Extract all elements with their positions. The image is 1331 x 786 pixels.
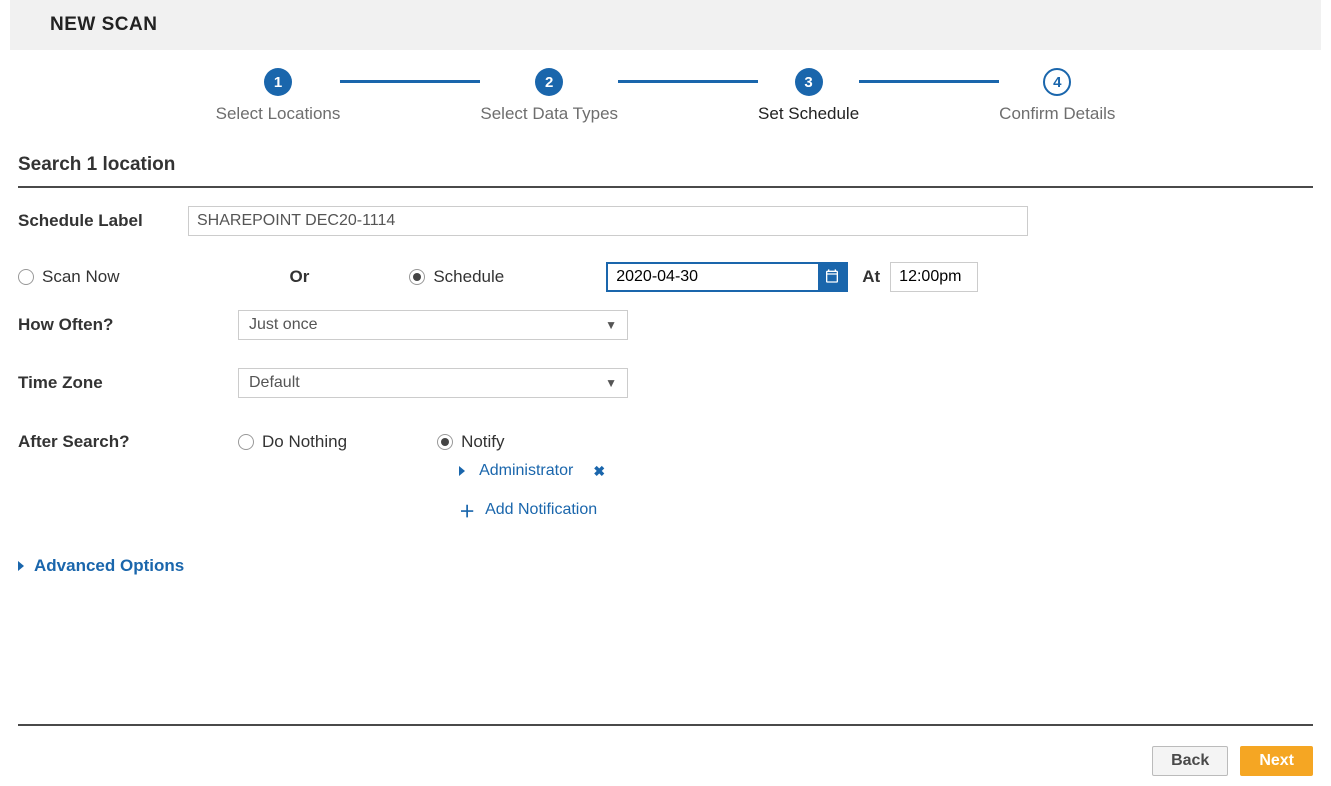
caret-right-icon	[18, 561, 24, 571]
at-label: At	[862, 267, 880, 287]
wizard-step-1[interactable]: 1 Select Locations	[216, 68, 341, 124]
date-input-wrap	[606, 262, 848, 292]
step-connector	[618, 80, 758, 83]
schedule-time-input[interactable]	[890, 262, 978, 292]
step-number: 3	[795, 68, 823, 96]
step-label: Select Locations	[216, 104, 341, 124]
how-often-label: How Often?	[18, 315, 218, 335]
calendar-button[interactable]	[818, 264, 846, 290]
time-zone-selected: Default	[249, 374, 300, 392]
add-notification-button[interactable]: ＋ Add Notification	[459, 498, 605, 522]
how-often-selected: Just once	[249, 316, 317, 334]
wizard-step-2[interactable]: 2 Select Data Types	[480, 68, 618, 124]
step-label: Select Data Types	[480, 104, 618, 124]
time-zone-label: Time Zone	[18, 373, 218, 393]
how-often-dropdown[interactable]: Just once ▼	[238, 310, 628, 340]
add-notification-label: Add Notification	[485, 501, 597, 519]
notification-recipient-link[interactable]: Administrator	[479, 462, 573, 480]
divider	[18, 186, 1313, 188]
notify-label: Notify	[461, 432, 504, 452]
plus-icon: ＋	[459, 498, 475, 522]
schedule-date-input[interactable]	[608, 264, 818, 290]
back-button[interactable]: Back	[1152, 746, 1228, 776]
chevron-down-icon: ▼	[605, 376, 617, 390]
schedule-label-input[interactable]	[188, 206, 1028, 236]
step-number: 1	[264, 68, 292, 96]
calendar-icon	[824, 268, 840, 287]
page-title: NEW SCAN	[50, 14, 1301, 36]
remove-notification-button[interactable]: ✖	[593, 463, 605, 480]
step-connector	[340, 80, 480, 83]
title-bar: NEW SCAN	[10, 0, 1321, 50]
wizard-steps: 1 Select Locations 2 Select Data Types 3…	[0, 68, 1331, 124]
scan-now-radio[interactable]	[18, 269, 34, 285]
step-label: Set Schedule	[758, 104, 859, 124]
scan-now-label: Scan Now	[42, 267, 119, 287]
do-nothing-radio[interactable]	[238, 434, 254, 450]
step-connector	[859, 80, 999, 83]
chevron-down-icon: ▼	[605, 318, 617, 332]
schedule-radio-label: Schedule	[433, 267, 504, 287]
wizard-step-4[interactable]: 4 Confirm Details	[999, 68, 1115, 124]
advanced-options-label: Advanced Options	[34, 556, 184, 576]
or-label: Or	[289, 267, 309, 287]
time-zone-dropdown[interactable]: Default ▼	[238, 368, 628, 398]
step-number: 4	[1043, 68, 1071, 96]
do-nothing-label: Do Nothing	[262, 432, 347, 452]
advanced-options-toggle[interactable]: Advanced Options	[18, 556, 1313, 576]
footer-divider	[18, 724, 1313, 726]
caret-right-icon	[459, 466, 465, 476]
next-button[interactable]: Next	[1240, 746, 1313, 776]
schedule-radio[interactable]	[409, 269, 425, 285]
notify-radio[interactable]	[437, 434, 453, 450]
step-number: 2	[535, 68, 563, 96]
section-title: Search 1 location	[18, 154, 1313, 176]
wizard-step-3[interactable]: 3 Set Schedule	[758, 68, 859, 124]
after-search-label: After Search?	[18, 432, 218, 452]
step-label: Confirm Details	[999, 104, 1115, 124]
